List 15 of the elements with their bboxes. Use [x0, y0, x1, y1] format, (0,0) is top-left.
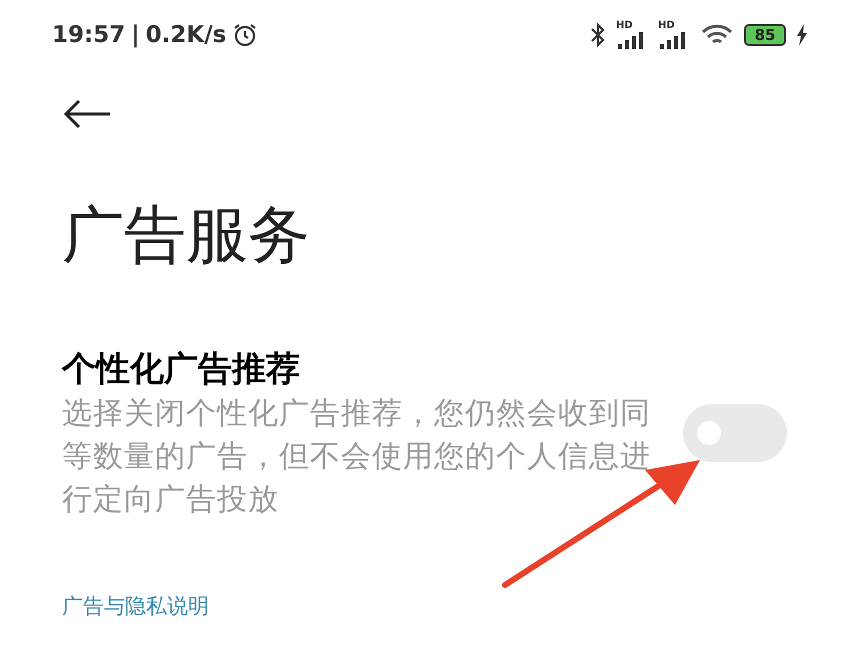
status-separator: |	[131, 20, 140, 50]
setting-title: 个性化广告推荐	[62, 348, 301, 390]
signal-label: HD	[658, 21, 675, 31]
page-title: 广告服务	[62, 200, 311, 270]
bluetooth-icon	[590, 22, 606, 48]
alarm-icon	[232, 22, 258, 48]
charging-icon	[796, 24, 808, 46]
battery-indicator: 85	[744, 24, 786, 46]
privacy-link[interactable]: 广告与隐私说明	[62, 591, 209, 622]
network-speed: 0.2K/s	[146, 20, 226, 50]
signal-icon	[616, 31, 646, 49]
status-time: 19:57	[52, 20, 126, 50]
signal-label: HD	[616, 21, 633, 31]
signal-icon	[658, 31, 688, 49]
setting-description: 选择关闭个性化广告推荐，您仍然会收到同等数量的广告，但不会使用您的个人信息进行定向广告投放	[62, 395, 652, 519]
